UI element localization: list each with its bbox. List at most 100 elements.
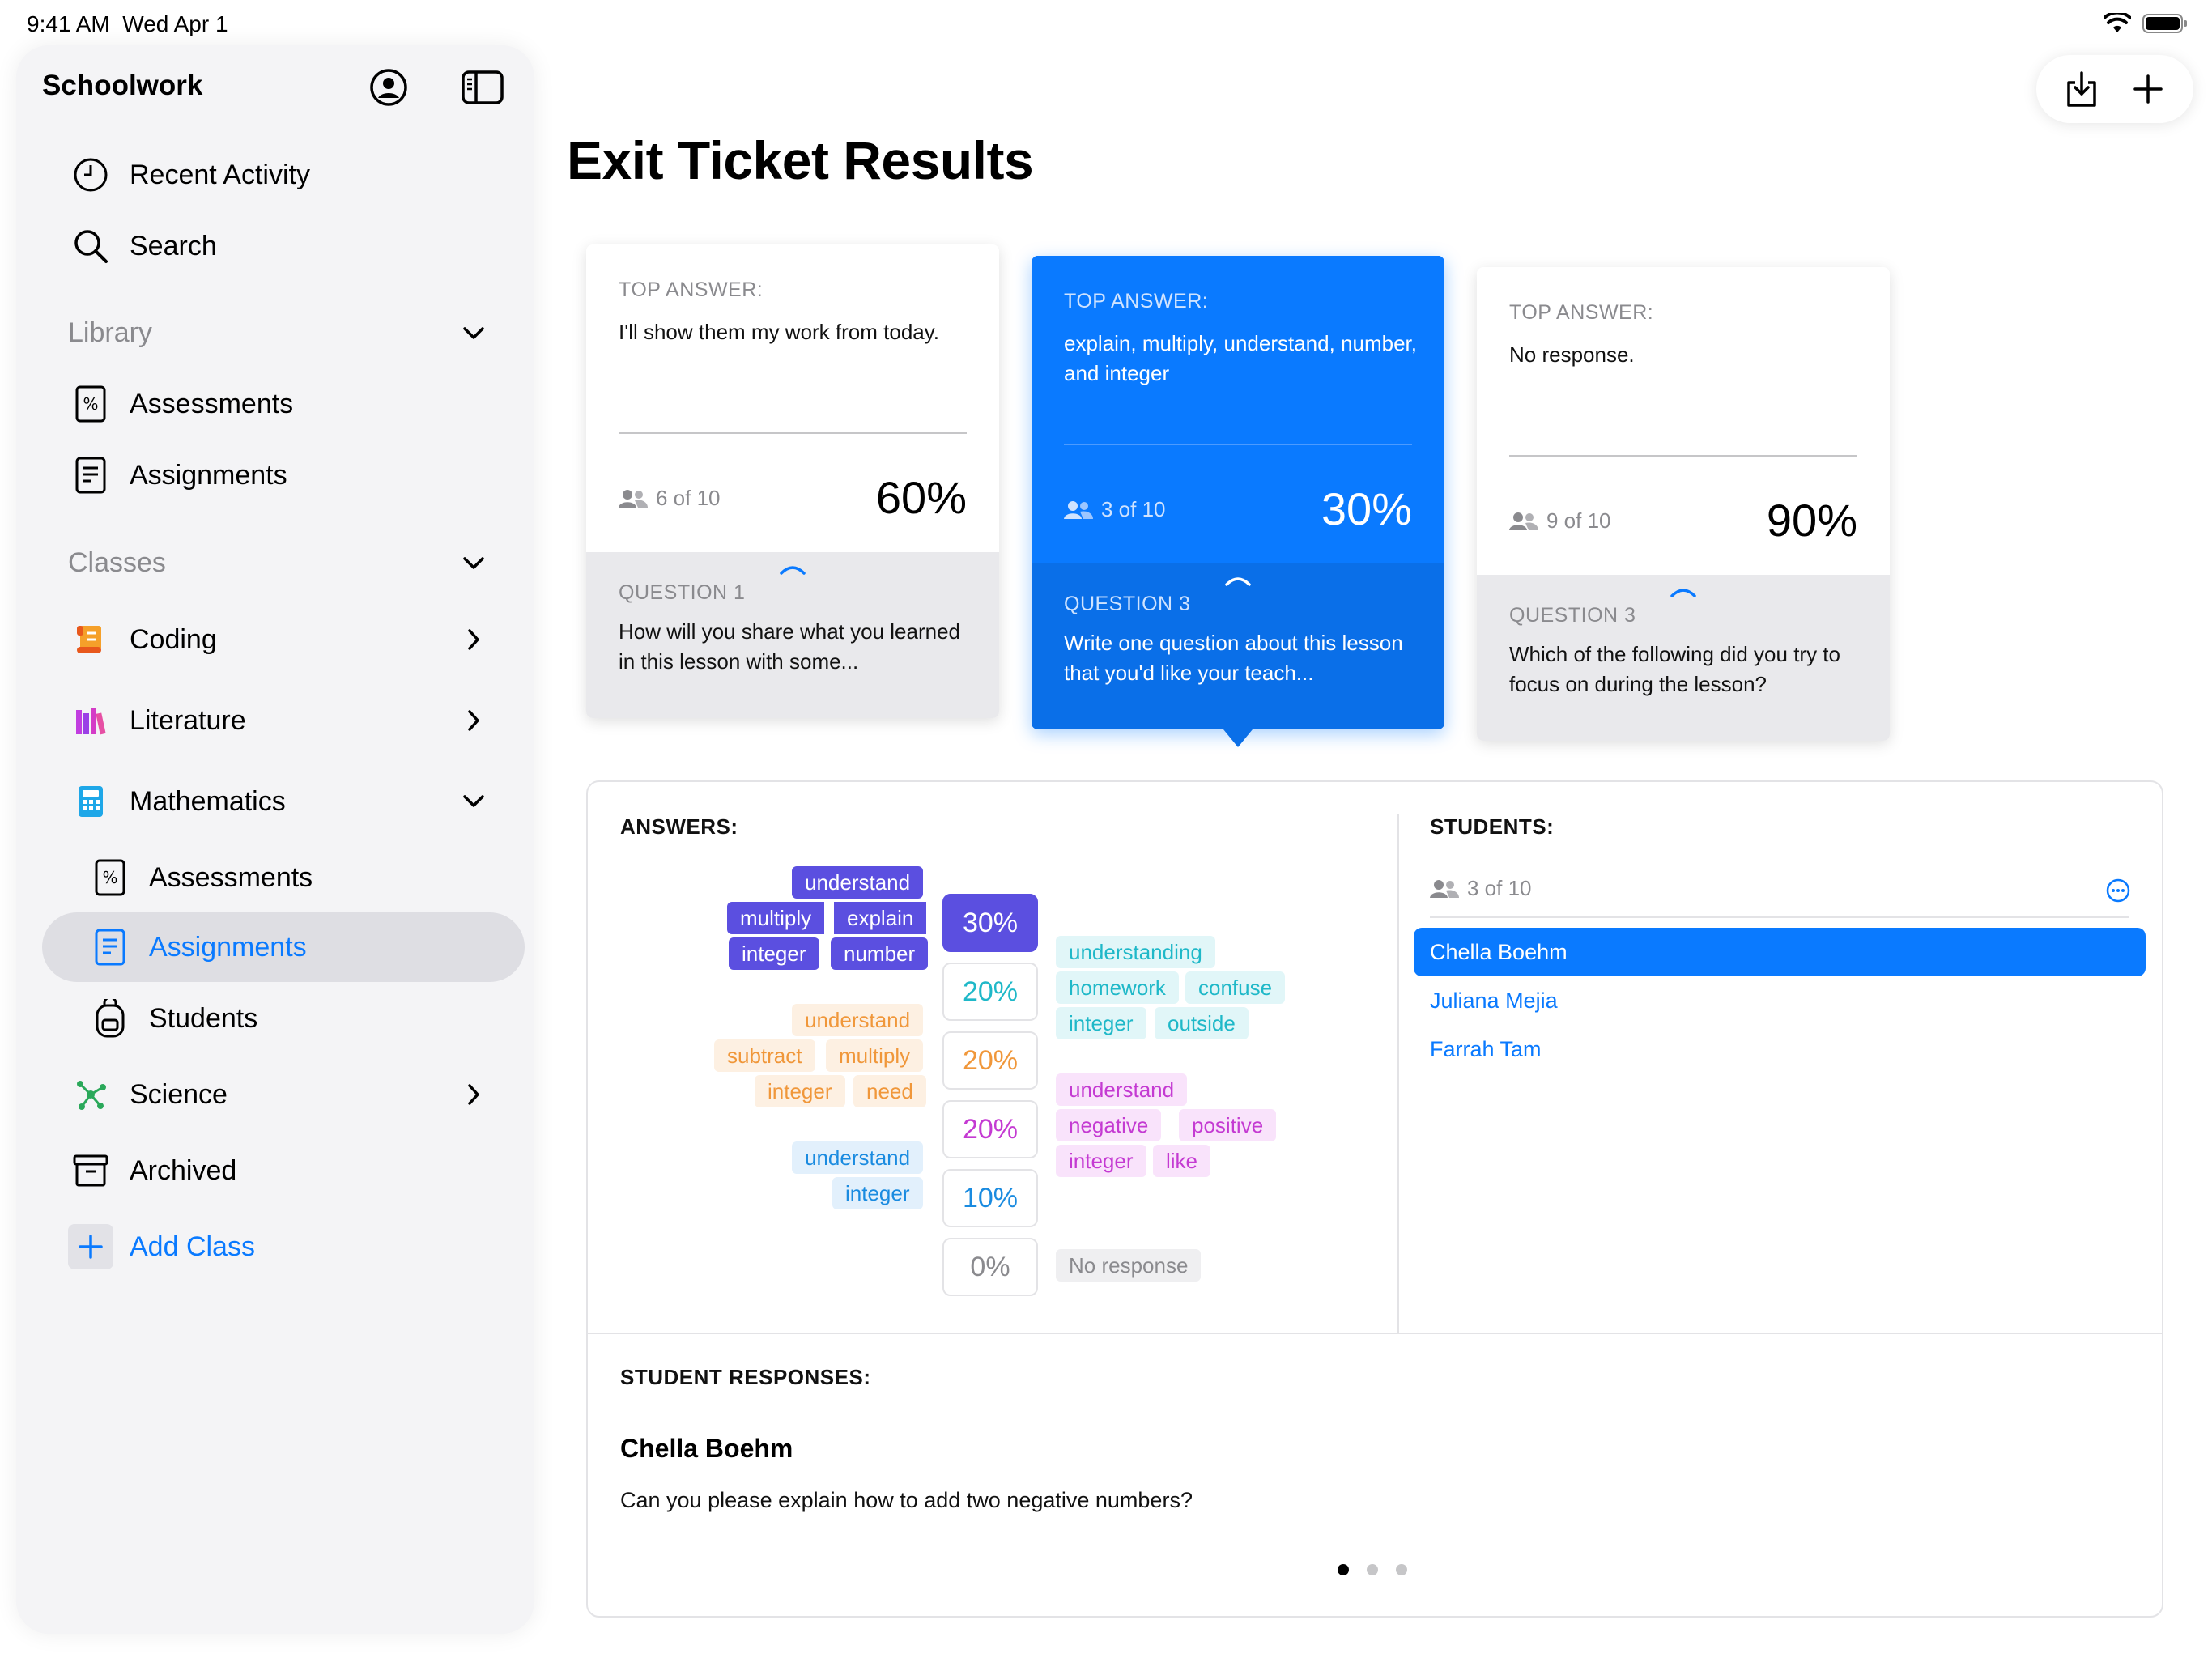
- sidebar-item-math-assessments[interactable]: % Assessments: [16, 845, 534, 910]
- answer-tag[interactable]: integer: [755, 1075, 845, 1107]
- answer-tag[interactable]: explain: [834, 902, 927, 934]
- sidebar-item-recent-activity[interactable]: Recent Activity: [16, 142, 534, 207]
- sidebar-item-label: Assessments: [130, 388, 294, 419]
- add-class-button[interactable]: Add Class: [16, 1214, 534, 1279]
- answer-tag[interactable]: understand: [1056, 1073, 1188, 1106]
- answer-tag[interactable]: number: [831, 937, 929, 970]
- results-panel: ANSWERS: STUDENTS: understand multiply e…: [586, 780, 2163, 1618]
- answer-tag[interactable]: integer: [1056, 1145, 1146, 1177]
- chevron-down-icon: [457, 785, 490, 818]
- archive-box-icon: [71, 1151, 110, 1190]
- sidebar-item-label: Assignments: [149, 931, 307, 963]
- sidebar-item-label: Students: [149, 1002, 258, 1034]
- response-count: 6 of 10: [619, 486, 721, 511]
- more-options-button[interactable]: [2105, 878, 2131, 903]
- sidebar: Schoolwork Recent Activity Search Librar…: [16, 45, 534, 1634]
- top-answer-text: I'll show them my work from today.: [619, 320, 940, 344]
- chevron-down-icon[interactable]: [457, 547, 490, 580]
- percent-doc-icon: %: [71, 385, 110, 423]
- student-row-selected[interactable]: Chella Boehm: [1414, 928, 2146, 976]
- question-card-3[interactable]: TOP ANSWER: No response. 9 of 10 90% QUE…: [1477, 267, 1890, 741]
- answer-tag[interactable]: integer: [1056, 1007, 1146, 1039]
- divider: [619, 432, 967, 434]
- sidebar-item-label: Archived: [130, 1154, 237, 1186]
- sidebar-item-mathematics[interactable]: Mathematics: [16, 769, 534, 834]
- answer-tag[interactable]: understand: [792, 1141, 924, 1174]
- add-button[interactable]: [2124, 65, 2172, 113]
- export-button[interactable]: [2057, 65, 2106, 113]
- card-bottom: QUESTION 3 Which of the following did yo…: [1477, 575, 1890, 741]
- answer-percent[interactable]: 20%: [942, 1100, 1038, 1158]
- answer-percent[interactable]: 30%: [942, 894, 1038, 952]
- answer-percent[interactable]: 20%: [942, 1031, 1038, 1090]
- divider: [1064, 444, 1412, 445]
- molecule-icon: [71, 1075, 110, 1114]
- page-indicator[interactable]: [1338, 1564, 1407, 1575]
- answer-percent[interactable]: 20%: [942, 963, 1038, 1021]
- answer-tag[interactable]: integer: [729, 937, 819, 970]
- selected-pointer: [1223, 729, 1253, 747]
- answer-tag[interactable]: No response: [1056, 1249, 1202, 1282]
- account-button[interactable]: [366, 65, 411, 110]
- answer-tag[interactable]: integer: [832, 1177, 923, 1209]
- tray-download-icon: [2067, 71, 2096, 107]
- sidebar-item-math-assignments[interactable]: Assignments: [16, 915, 534, 980]
- chevron-right-icon: [457, 623, 490, 656]
- question-number: QUESTION 3: [1064, 593, 1191, 615]
- books-icon: [71, 701, 110, 740]
- question-card-1[interactable]: TOP ANSWER: I'll show them my work from …: [586, 244, 999, 718]
- answer-tag[interactable]: understand: [792, 866, 924, 899]
- student-responses-heading: STUDENT RESPONSES:: [620, 1365, 871, 1389]
- answer-tag[interactable]: confuse: [1185, 971, 1286, 1004]
- divider: [1509, 455, 1857, 457]
- sidebar-item-library-assignments[interactable]: Assignments: [16, 443, 534, 508]
- student-row[interactable]: Farrah Tam: [1414, 1025, 2146, 1073]
- answer-tag[interactable]: subtract: [714, 1039, 815, 1072]
- answer-tag[interactable]: understand: [792, 1004, 924, 1036]
- card-top: TOP ANSWER: I'll show them my work from …: [586, 244, 999, 552]
- sidebar-item-literature[interactable]: Literature: [16, 688, 534, 753]
- answer-tag[interactable]: positive: [1179, 1109, 1277, 1141]
- answer-tag[interactable]: like: [1153, 1145, 1211, 1177]
- battery-icon: [2142, 14, 2187, 33]
- sidebar-item-label: Add Class: [130, 1231, 255, 1262]
- answer-tag[interactable]: outside: [1155, 1007, 1249, 1039]
- people-icon: [1509, 512, 1538, 530]
- sidebar-item-science[interactable]: Science: [16, 1062, 534, 1127]
- answer-tag[interactable]: negative: [1056, 1109, 1162, 1141]
- answer-tag[interactable]: need: [853, 1075, 926, 1107]
- page-dot[interactable]: [1396, 1564, 1407, 1575]
- chevron-right-icon: [457, 704, 490, 737]
- top-answer-text: explain, multiply, understand, number, a…: [1064, 331, 1417, 385]
- page-dot[interactable]: [1367, 1564, 1378, 1575]
- card-top: TOP ANSWER: No response. 9 of 10 90%: [1477, 267, 1890, 575]
- document-icon: [91, 928, 130, 967]
- answer-tag[interactable]: understanding: [1056, 936, 1215, 968]
- answer-tag[interactable]: multiply: [727, 902, 825, 934]
- sidebar-item-label: Assignments: [130, 459, 287, 491]
- chevron-down-icon[interactable]: [457, 317, 490, 350]
- answer-tag[interactable]: multiply: [826, 1039, 924, 1072]
- ellipsis-circle-icon: [2106, 878, 2130, 903]
- document-icon: [71, 456, 110, 495]
- chevron-up-icon: [1225, 577, 1251, 586]
- sidebar-item-search[interactable]: Search: [16, 214, 534, 278]
- top-answer-label: TOP ANSWER:: [1064, 290, 1209, 312]
- percent-doc-icon: %: [91, 858, 130, 897]
- question-text: Which of the following did you try to fo…: [1509, 642, 1840, 696]
- answer-tag[interactable]: homework: [1056, 971, 1179, 1004]
- sidebar-item-math-students[interactable]: Students: [16, 986, 534, 1051]
- people-icon: [1064, 500, 1093, 519]
- sidebar-item-coding[interactable]: Coding: [16, 607, 534, 672]
- horizontal-divider: [588, 1333, 2162, 1334]
- question-card-2[interactable]: TOP ANSWER: explain, multiply, understan…: [1032, 256, 1444, 747]
- answer-percent[interactable]: 0%: [942, 1238, 1038, 1296]
- page-dot[interactable]: [1338, 1564, 1349, 1575]
- sidebar-item-library-assessments[interactable]: % Assessments: [16, 372, 534, 436]
- answer-percent[interactable]: 10%: [942, 1169, 1038, 1227]
- sidebar-item-archived[interactable]: Archived: [16, 1138, 534, 1203]
- scroll-icon: [71, 620, 110, 659]
- student-row[interactable]: Juliana Mejia: [1414, 976, 2146, 1025]
- library-section-label: Library: [68, 317, 152, 348]
- sidebar-toggle-button[interactable]: [460, 65, 505, 110]
